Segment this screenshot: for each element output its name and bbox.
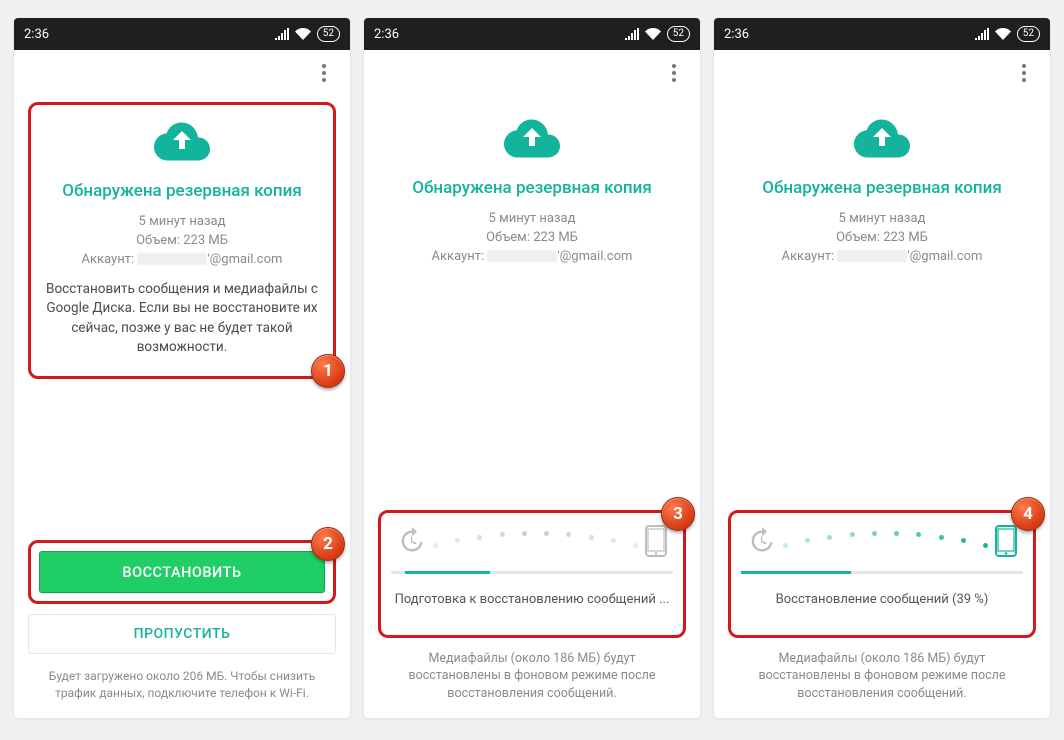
status-bar: 2:36 52 [14,18,350,50]
cloud-upload-icon [504,118,560,162]
progress-status: Подготовка к восстановлению сообщений ..… [391,592,673,607]
backup-found-title: Обнаружена резервная копия [762,178,1002,198]
cloud-upload-icon [854,118,910,162]
phone-icon [995,525,1017,557]
step-badge: 1 [311,354,345,388]
media-note: Медиафайлы (около 186 МБ) будут восстано… [728,650,1036,709]
account-name-redacted [137,253,207,265]
app-bar [714,50,1050,96]
account-domain: '@gmail.com [557,249,632,264]
phone-icon [645,525,667,557]
phone-screen-3: 2:36 52 Обнаружена резервная копия 5 мин… [714,18,1050,718]
status-bar: 2:36 52 [364,18,700,50]
backup-size: Объем: 223 МБ [432,229,633,248]
backup-found-title: Обнаружена резервная копия [37,181,327,201]
download-footnote: Будет загружено около 206 МБ. Чтобы сниз… [28,668,336,708]
wifi-icon [295,28,311,40]
backup-time-ago: 5 минут назад [37,213,327,232]
battery-indicator: 52 [317,26,340,42]
app-bar [364,50,700,96]
account-name-redacted [837,250,907,262]
progress-bar [391,571,673,574]
skip-button[interactable]: ПРОПУСТИТЬ [28,614,336,654]
restore-progress-highlight: 3 Подготовка к восстановлению сообщений … [378,510,686,638]
overflow-menu-button[interactable] [306,55,342,91]
backup-time-ago: 5 минут назад [432,210,633,229]
step-badge: 3 [661,497,695,531]
signal-icon [275,28,289,40]
backup-found-title: Обнаружена резервная копия [412,178,652,198]
wifi-icon [995,28,1011,40]
phone-screen-2: 2:36 52 Обнаружена резервная копия 5 мин… [364,18,700,718]
signal-icon [625,28,639,40]
restore-button-highlight: ВОССТАНОВИТЬ 2 [28,540,336,604]
phone-screen-1: 2:36 52 Обнаружена резервная копия 5 м [14,18,350,718]
signal-icon [975,28,989,40]
account-domain: '@gmail.com [907,249,982,264]
battery-indicator: 52 [667,26,690,42]
backup-meta: 5 минут назад Объем: 223 МБ Аккаунт: '@g… [37,213,327,270]
cloud-upload-icon [154,121,210,165]
history-icon [747,527,775,555]
clock: 2:36 [724,27,749,42]
account-label: Аккаунт: [82,252,135,267]
overflow-menu-button[interactable] [656,55,692,91]
transfer-dots [435,531,635,551]
history-icon [397,527,425,555]
status-bar: 2:36 52 [714,18,1050,50]
account-name-redacted [487,250,557,262]
media-note: Медиафайлы (около 186 МБ) будут восстано… [378,650,686,709]
step-badge: 4 [1011,497,1045,531]
overflow-menu-button[interactable] [1006,55,1042,91]
transfer-dots [785,531,985,551]
wifi-icon [645,28,661,40]
progress-bar [741,571,1023,574]
backup-description: Восстановить сообщения и медиафайлы с Go… [37,280,327,358]
backup-size: Объем: 223 МБ [37,232,327,251]
clock: 2:36 [24,27,49,42]
backup-size: Объем: 223 МБ [782,229,983,248]
account-domain: '@gmail.com [207,252,282,267]
progress-status: Восстановление сообщений (39 %) [741,592,1023,607]
account-label: Аккаунт: [782,249,835,264]
backup-time-ago: 5 минут назад [782,210,983,229]
restore-progress-highlight: 4 Восстановление сообщений (39 %) [728,510,1036,638]
battery-indicator: 52 [1017,26,1040,42]
step-badge: 2 [311,527,345,561]
backup-meta: 5 минут назад Объем: 223 МБ Аккаунт: '@g… [782,210,983,267]
clock: 2:36 [374,27,399,42]
app-bar [14,50,350,96]
restore-button[interactable]: ВОССТАНОВИТЬ [39,551,325,593]
backup-meta: 5 минут назад Объем: 223 МБ Аккаунт: '@g… [432,210,633,267]
backup-found-panel-highlight: Обнаружена резервная копия 5 минут назад… [28,102,336,379]
account-label: Аккаунт: [432,249,485,264]
